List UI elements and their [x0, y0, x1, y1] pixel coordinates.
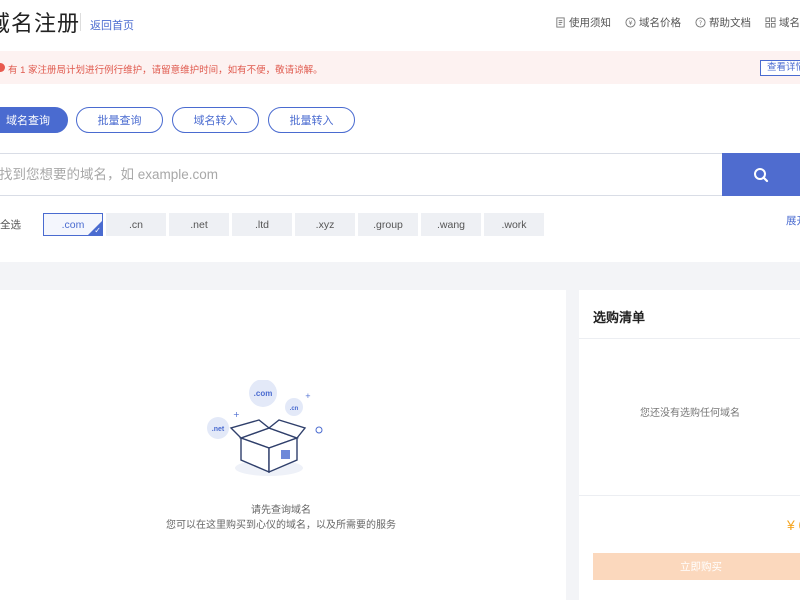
domain-search-input[interactable]: [0, 154, 722, 195]
suffix-chip[interactable]: .ltd: [232, 213, 292, 236]
cart-empty-text: 您还没有选购任何域名: [640, 408, 740, 419]
empty-box-illustration: .com .cn .net + +: [207, 380, 323, 476]
tab-domain-transfer[interactable]: 域名转入: [172, 107, 259, 133]
select-all-checkbox[interactable]: 全选: [0, 213, 38, 236]
illus-label-cn: .cn: [290, 406, 299, 412]
help-icon: ?: [695, 17, 706, 28]
price-icon: ¥: [625, 17, 636, 28]
document-icon: [556, 17, 565, 28]
buy-now-button[interactable]: 立即购买: [593, 553, 800, 580]
nav-help-docs[interactable]: ? 帮助文档: [695, 15, 751, 30]
cart-panel: 选购清单 您还没有选购任何域名 ¥ 0 立即购买: [579, 290, 800, 600]
title-divider: [80, 13, 81, 31]
empty-subtitle: 您可以在这里购买到心仪的域名，以及所需要的服务: [166, 520, 396, 531]
illus-label-net: .net: [212, 426, 225, 433]
cart-divider: [579, 495, 800, 496]
search-button[interactable]: [722, 153, 800, 196]
tab-batch-transfer[interactable]: 批量转入: [268, 107, 355, 133]
illus-label-com: .com: [254, 389, 273, 398]
back-home-link[interactable]: 返回首页: [90, 17, 134, 33]
view-details-button[interactable]: 查看详情: [760, 60, 800, 76]
suffix-chip[interactable]: .com ✓: [43, 213, 103, 236]
search-icon: [754, 167, 769, 182]
warning-icon: [0, 63, 5, 72]
svg-text:¥: ¥: [628, 19, 632, 27]
maintenance-notice: 有 1 家注册局计划进行例行维护，请留意维护时间，如有不便，敬请谅解。 查看详情: [0, 51, 800, 84]
nav-label: 使用须知: [569, 17, 611, 29]
check-icon: ✓: [94, 226, 101, 235]
suffix-chip[interactable]: .net: [169, 213, 229, 236]
suffix-chip[interactable]: .group: [358, 213, 418, 236]
suffix-chip[interactable]: .wang: [421, 213, 481, 236]
nav-label: 域名价格: [639, 17, 681, 29]
nav-label: 帮助文档: [709, 17, 751, 29]
suffix-chip[interactable]: .xyz: [295, 213, 355, 236]
tab-domain-query[interactable]: 域名查询: [0, 107, 68, 133]
query-tabs: 域名查询 批量查询 域名转入 批量转入: [0, 107, 371, 133]
svg-text:?: ?: [699, 19, 702, 27]
results-panel: .com .cn .net + + 请先查询域名 您可以在这里购买到心仪的域名，…: [0, 290, 566, 600]
top-nav: 使用须知 ¥ 域名价格 ? 帮助文档 域名控: [555, 15, 800, 30]
expand-link[interactable]: 展开: [786, 213, 800, 228]
page-header: 域名注册 返回首页 使用须知 ¥ 域名价格 ? 帮助文档 域名控: [0, 0, 800, 46]
empty-title: 请先查询域名: [251, 505, 311, 516]
cart-total-price: ¥ 0: [787, 517, 800, 533]
search-box: [0, 153, 722, 196]
svg-text:+: +: [305, 392, 311, 400]
svg-text:+: +: [233, 410, 240, 419]
nav-usage-notice[interactable]: 使用须知: [555, 15, 611, 30]
cart-divider: [579, 338, 800, 339]
suffix-filter: 全选 .com ✓ .cn .net .ltd .xyz .group .wang…: [0, 213, 547, 236]
cart-title: 选购清单: [593, 310, 646, 325]
tab-batch-query[interactable]: 批量查询: [76, 107, 163, 133]
notice-text: 有 1 家注册局计划进行例行维护，请留意维护时间，如有不便，敬请谅解。: [8, 65, 323, 76]
nav-domain-price[interactable]: ¥ 域名价格: [625, 15, 681, 30]
page-title: 域名注册: [0, 11, 81, 36]
grid-icon: [765, 17, 776, 28]
nav-label: 域名控: [779, 17, 800, 29]
nav-domain-console[interactable]: 域名控: [765, 15, 800, 30]
suffix-chip[interactable]: .work: [484, 213, 544, 236]
suffix-chip[interactable]: .cn: [106, 213, 166, 236]
suffix-label: .com: [61, 218, 85, 231]
